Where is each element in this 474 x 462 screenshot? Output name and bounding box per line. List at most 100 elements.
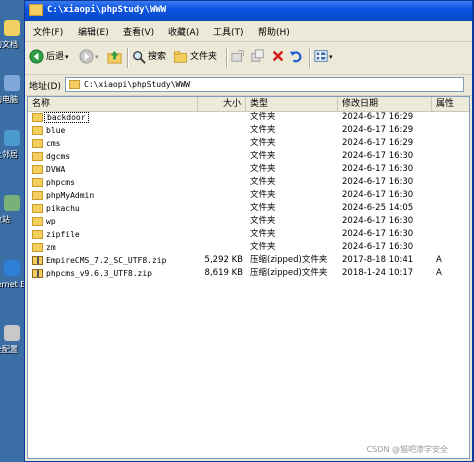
folder-icon — [32, 217, 43, 226]
file-row[interactable]: phpMyAdmin 文件夹 2024-6-17 16:30 — [28, 189, 469, 202]
file-type: 文件夹 — [250, 177, 276, 187]
column-type[interactable]: 类型 — [246, 97, 338, 111]
file-type: 文件夹 — [250, 151, 276, 161]
file-modified: 2024-6-17 16:30 — [342, 229, 414, 239]
file-name: pikachu — [46, 204, 80, 213]
desktop-shortcut-icon — [4, 75, 20, 91]
file-name: phpcms_v9.6.3_UTF8.zip — [46, 269, 152, 278]
file-modified: 2017-8-18 10:41 — [342, 255, 414, 265]
menu-view[interactable]: 查看(V) — [123, 25, 154, 38]
folders-label: 文件夹 — [190, 52, 218, 62]
column-name[interactable]: 名称 — [28, 97, 198, 111]
menu-help[interactable]: 帮助(H) — [258, 25, 290, 38]
file-row[interactable]: phpcms_v9.6.3_UTF8.zip 8,619 KB 压缩(zipped)… — [28, 267, 469, 280]
file-type: 文件夹 — [250, 203, 276, 213]
folder-icon — [32, 152, 43, 161]
file-type: 文件夹 — [250, 138, 276, 148]
file-row[interactable]: DVWA 文件夹 2024-6-17 16:30 — [28, 163, 469, 176]
desktop: 我的文档我的电脑网上邻居回收站 Internet Explorer 安全配置 — [0, 0, 24, 462]
menu-file[interactable]: 文件(F) — [33, 25, 63, 38]
file-modified: 2024-6-17 16:30 — [342, 164, 414, 174]
undo-icon — [289, 51, 302, 63]
file-row[interactable]: backdoor 文件夹 2024-6-17 16:29 — [28, 111, 469, 124]
toolbar: 后退 ▾ ▾ 搜索 文件夹 ▾ — [25, 42, 472, 75]
folder-icon — [69, 80, 80, 89]
delete-button[interactable] — [271, 49, 287, 65]
forward-button[interactable]: ▾ — [79, 49, 103, 65]
menu-tools[interactable]: 工具(T) — [213, 25, 244, 38]
chevron-down-icon: ▾ — [95, 53, 99, 61]
views-button[interactable]: ▾ — [314, 49, 338, 65]
menu-edit[interactable]: 编辑(E) — [78, 25, 109, 38]
address-value: C:\xiaopi\phpStudy\WWW — [84, 80, 190, 89]
search-label: 搜索 — [148, 52, 167, 62]
file-row[interactable]: pikachu 文件夹 2024-6-25 14:05 — [28, 202, 469, 215]
file-modified: 2024-6-17 16:30 — [342, 216, 414, 226]
copy-to-button[interactable] — [251, 49, 267, 65]
folders-button[interactable]: 文件夹 — [173, 49, 221, 65]
folder-icon — [32, 113, 43, 122]
file-row[interactable]: EmpireCMS_7.2_SC_UTF8.zip 5,292 KB 压缩(zipp… — [28, 254, 469, 267]
address-input[interactable]: C:\xiaopi\phpStudy\WWW — [65, 77, 464, 92]
toolbar-separator — [226, 48, 228, 68]
file-type: 文件夹 — [250, 242, 276, 252]
file-modified: 2024-6-17 16:29 — [342, 125, 414, 135]
file-modified: 2024-6-25 14:05 — [342, 203, 414, 213]
up-folder-button[interactable] — [107, 49, 123, 65]
move-to-button[interactable] — [231, 49, 247, 65]
file-type: 文件夹 — [250, 164, 276, 174]
views-icon — [314, 50, 328, 62]
desktop-shortcut-icon — [4, 325, 20, 341]
folder-icon — [32, 165, 43, 174]
file-name: DVWA — [46, 165, 66, 174]
up-folder-icon — [107, 50, 122, 64]
file-attributes: A — [436, 268, 442, 278]
column-modified[interactable]: 修改日期 — [338, 97, 432, 111]
window-title: C:\xiaopi\phpStudy\WWW — [47, 5, 167, 15]
address-label: 地址(D) — [29, 82, 61, 92]
file-name: wp — [46, 217, 56, 226]
watermark: CSDN @猫吧渗学安全 — [366, 445, 448, 454]
file-type: 文件夹 — [250, 216, 276, 226]
desktop-icon-label: 安全配置 — [0, 345, 18, 354]
title-bar[interactable]: C:\xiaopi\phpStudy\WWW — [25, 1, 472, 21]
desktop-icon-label: 回收站 — [0, 215, 10, 224]
search-button[interactable]: 搜索 — [132, 49, 168, 65]
folder-icon — [32, 204, 43, 213]
file-row[interactable]: zipfile 文件夹 2024-6-17 16:30 — [28, 228, 469, 241]
column-header: 名称 大小 类型 修改日期 属性 — [28, 97, 469, 112]
file-row[interactable]: cms 文件夹 2024-6-17 16:29 — [28, 137, 469, 150]
file-row[interactable]: zm 文件夹 2024-6-17 16:30 — [28, 241, 469, 254]
file-name: zipfile — [46, 230, 80, 239]
column-size[interactable]: 大小 — [198, 97, 246, 111]
file-name: zm — [46, 243, 56, 252]
file-modified: 2024-6-17 16:30 — [342, 190, 414, 200]
file-modified: 2024-6-17 16:30 — [342, 177, 414, 187]
folder-icon — [29, 4, 43, 16]
file-row[interactable]: blue 文件夹 2024-6-17 16:29 — [28, 124, 469, 137]
undo-button[interactable] — [289, 49, 305, 65]
file-modified: 2018-1-24 10:17 — [342, 268, 414, 278]
folder-icon — [32, 230, 43, 239]
file-name: dgcms — [46, 152, 71, 161]
toolbar-separator — [309, 48, 311, 68]
zip-folder-icon — [32, 269, 43, 278]
chevron-down-icon: ▾ — [65, 53, 69, 61]
back-button[interactable]: 后退 ▾ — [29, 49, 73, 65]
desktop-shortcut-icon — [4, 195, 20, 211]
file-name: backdoor — [44, 111, 89, 124]
column-attributes[interactable]: 属性 — [432, 97, 469, 111]
file-type: 文件夹 — [250, 190, 276, 200]
back-label: 后退 — [46, 52, 65, 62]
file-row[interactable]: wp 文件夹 2024-6-17 16:30 — [28, 215, 469, 228]
file-row[interactable]: phpcms 文件夹 2024-6-17 16:30 — [28, 176, 469, 189]
menu-favorites[interactable]: 收藏(A) — [168, 25, 199, 38]
desktop-icon-label: 我的电脑 — [0, 95, 18, 104]
file-type: 文件夹 — [250, 112, 276, 122]
file-row[interactable]: dgcms 文件夹 2024-6-17 16:30 — [28, 150, 469, 163]
file-name: cms — [46, 139, 61, 148]
file-size: 5,292 KB — [204, 255, 243, 265]
focused-file-name: backdoor — [44, 112, 89, 123]
zip-folder-icon — [32, 256, 43, 265]
back-arrow-icon — [29, 49, 44, 64]
